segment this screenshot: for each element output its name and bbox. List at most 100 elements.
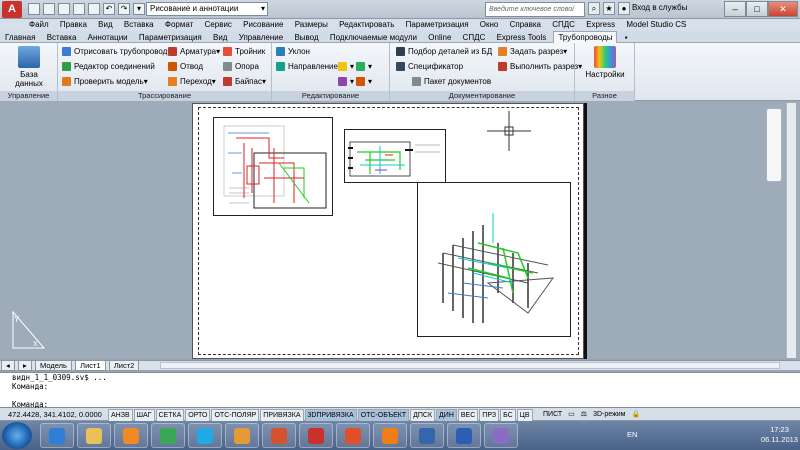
system-tray: EN 17:23 06.11.2013 [625,421,800,450]
undo-icon[interactable]: ↶ [103,3,115,15]
command-line[interactable]: видн_1_1_0309.sv$ ... Команда: Команда: [0,372,800,409]
user-icon[interactable]: ● [618,2,630,15]
tab-pipelines[interactable]: Трубопроводы [553,31,618,43]
viewport-plan[interactable] [213,117,333,216]
navigation-bar[interactable] [766,108,782,182]
section-drawing [348,141,440,177]
menu-file[interactable]: Файл [29,19,49,31]
explorer-icon[interactable] [77,423,111,448]
transition-button[interactable]: Переход ▾ [168,77,216,86]
autocad-icon[interactable] [299,423,333,448]
tab-sheet1[interactable]: Лист1 [75,361,106,371]
paint-icon[interactable] [225,423,259,448]
quick-access-toolbar: ↶ ↷ ▾ [28,3,145,15]
explorer-icon-glyph [86,428,102,444]
joint-editor-button[interactable]: Редактор соединений [62,62,155,71]
workspace-select[interactable]: Рисование и аннотации [146,2,268,16]
redo-icon[interactable]: ↷ [118,3,130,15]
tab-nav-next[interactable]: ▸ [18,361,32,371]
edit-tool-icon [356,77,365,86]
group-routing: Отрисовать трубопровод▾ Редактор соедине… [58,43,272,101]
search-input[interactable]: Введите ключевое слово/фразу [485,2,585,26]
bend-button[interactable]: Отвод [168,62,203,71]
save-icon[interactable] [58,3,70,15]
foxit-icon[interactable] [336,423,370,448]
direction-button[interactable]: Направление [276,62,338,71]
svg-text:X: X [33,341,38,348]
close-button[interactable]: ✕ [768,1,798,17]
menu-view[interactable]: Вид [98,19,112,31]
edit-tool-3[interactable]: ▾ [338,77,354,86]
word-icon[interactable] [447,423,481,448]
edit-tool-4[interactable]: ▾ [356,77,372,86]
clock[interactable]: 17:23 06.11.2013 [761,425,798,445]
menu-express[interactable]: Express [586,19,615,31]
powerpoint-icon[interactable] [262,423,296,448]
maximize-button[interactable]: □ [746,1,768,17]
menu-model-studio[interactable]: Model Studio CS [626,19,686,31]
vertical-scrollbar[interactable] [786,103,796,358]
ie-icon[interactable] [40,423,74,448]
tab-nav-first[interactable]: ◂ [1,361,15,371]
viewport-isometric[interactable] [417,182,571,337]
skype-icon[interactable] [188,423,222,448]
start-button[interactable] [2,422,32,449]
fittings-button[interactable]: Арматура ▾ [168,47,220,56]
viewport-section[interactable] [344,129,446,183]
vlc-icon[interactable] [373,423,407,448]
workspace-3d-label[interactable]: 3D-режим [591,409,627,420]
annotation-scale-icon[interactable]: ⚖ [579,409,589,420]
settings-button[interactable]: Настройки [581,46,629,79]
tab-sheet2[interactable]: Лист2 [108,361,140,371]
tee-button[interactable]: Тройник [223,47,265,56]
database-button[interactable]: База данных [6,46,52,88]
menu-format[interactable]: Формат [165,19,193,31]
media-player-icon[interactable] [114,423,148,448]
bypass-button[interactable]: Байпас ▾ [223,77,266,86]
menu-parametric[interactable]: Параметризация [406,19,469,31]
new-icon[interactable] [28,3,40,15]
open-icon[interactable] [43,3,55,15]
search-icon[interactable]: ⌕ [588,2,600,15]
qat-dropdown-icon[interactable]: ▾ [133,3,145,15]
menu-help[interactable]: Справка [510,19,541,31]
group-management-title: Управление [0,91,57,101]
chrome-icon[interactable] [151,423,185,448]
menu-window[interactable]: Окно [480,19,499,31]
horizontal-scrollbar[interactable] [160,362,780,369]
clock-date: 06.11.2013 [761,435,798,444]
menu-dimension[interactable]: Размеры [295,19,328,31]
lock-icon[interactable]: 🔒 [629,409,642,420]
saveas-icon[interactable] [73,3,85,15]
language-indicator[interactable]: EN [627,430,637,439]
menu-draw[interactable]: Рисование [243,19,283,31]
edit-tool-2[interactable]: ▾ [356,62,372,71]
menu-insert[interactable]: Вставка [124,19,154,31]
login-link[interactable]: Вход в службы [632,3,687,12]
menu-edit[interactable]: Правка [60,19,87,31]
support-button[interactable]: Опора [223,62,259,71]
doc-package-button[interactable]: Пакет документов [412,77,491,86]
print-icon[interactable] [88,3,100,15]
specifier-button[interactable]: Спецификатор [396,62,463,71]
app-icon[interactable] [410,423,444,448]
communication-center-icon[interactable]: ★ [603,2,615,15]
draw-pipe-button[interactable]: Отрисовать трубопровод▾ [62,47,171,56]
set-cut-button[interactable]: Задать разрез ▾ [498,47,567,56]
edit-tool-1[interactable]: ▾ [338,62,354,71]
check-model-button[interactable]: Проверить модель ▾ [62,77,148,86]
sheet-label[interactable]: ПИСТ [541,409,564,420]
menu-tools[interactable]: Сервис [205,19,232,31]
menu-modify[interactable]: Редактировать [339,19,394,31]
autocad-logo-icon[interactable]: A [2,1,22,18]
tab-model[interactable]: Модель [35,361,72,371]
make-cut-button[interactable]: Выполнить разрез ▾ [498,62,582,71]
select-parts-button[interactable]: Подбор деталей из БД [396,47,492,56]
ribbon-panel: База данных Управление Отрисовать трубоп… [0,43,800,101]
quick-view-icon[interactable]: ▭ [566,409,577,420]
menu-spds[interactable]: СПДС [552,19,575,31]
slope-button[interactable]: Уклон [276,47,310,56]
autocad-icon-glyph [308,428,324,444]
paint-palette-icon[interactable] [484,423,518,448]
minimize-button[interactable]: – [724,1,746,17]
